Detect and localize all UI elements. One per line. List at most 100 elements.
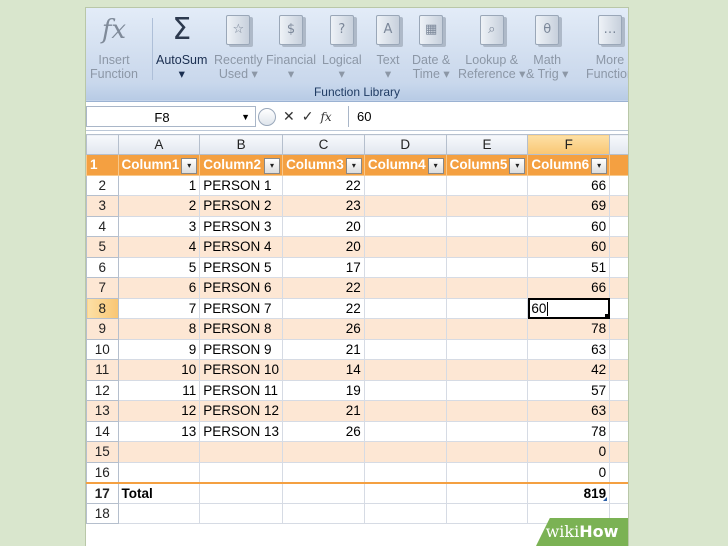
row-header[interactable]: 11 [86, 359, 119, 381]
cell-a[interactable]: 2 [117, 195, 201, 217]
cell-b[interactable] [199, 441, 284, 463]
cell-d[interactable] [363, 461, 447, 483]
empty-cell[interactable] [445, 502, 529, 524]
cell-c[interactable]: 14 [282, 359, 365, 381]
cell-c[interactable]: 22 [282, 174, 365, 196]
cell-c[interactable]: 23 [282, 195, 365, 217]
total-label[interactable]: Total [117, 481, 201, 504]
cell-c[interactable] [282, 461, 365, 483]
row-header[interactable]: 1 [86, 154, 119, 176]
cell-b[interactable]: PERSON 13 [199, 420, 284, 442]
cell-d[interactable] [363, 195, 447, 217]
cell-a[interactable] [117, 441, 201, 463]
cell-a[interactable]: 8 [117, 318, 201, 340]
filter-dropdown-icon[interactable]: ▾ [345, 158, 362, 174]
empty-cell[interactable] [199, 502, 284, 524]
filter-dropdown-icon[interactable]: ▾ [591, 158, 608, 174]
table-header-cell[interactable]: Column3 ▾ [282, 154, 365, 176]
column-header-e[interactable]: E [445, 134, 529, 155]
cell-c[interactable]: 21 [282, 400, 365, 422]
cell-f[interactable]: 60 [527, 236, 611, 258]
cell-d[interactable] [363, 236, 447, 258]
cell-c[interactable]: 21 [282, 338, 365, 360]
cell-f[interactable]: 78 [527, 318, 611, 340]
formula-input[interactable]: 60 [348, 106, 628, 127]
cell-b[interactable]: PERSON 9 [199, 338, 284, 360]
confirm-icon[interactable]: ✓ [302, 108, 314, 125]
cell-c[interactable]: 26 [282, 420, 365, 442]
cell-a[interactable]: 4 [117, 236, 201, 258]
cell-c[interactable] [282, 481, 365, 504]
row-header[interactable]: 8 [86, 297, 119, 319]
text-button[interactable]: A Text ▾ [372, 12, 404, 88]
cell-d[interactable] [363, 359, 447, 381]
row-header[interactable]: 3 [86, 195, 119, 217]
insert-function-icon[interactable]: fx [320, 110, 331, 124]
row-header[interactable]: 18 [86, 502, 119, 524]
cell-c[interactable]: 20 [282, 236, 365, 258]
cell-a[interactable]: 6 [117, 277, 201, 299]
cell-b[interactable]: PERSON 5 [199, 256, 284, 278]
table-header-cell[interactable]: Column6 ▾ [527, 154, 611, 176]
cell-f[interactable]: 57 [527, 379, 611, 401]
table-header-cell[interactable]: Column4 ▾ [363, 154, 447, 176]
cell-a[interactable]: 7 [117, 297, 201, 319]
insert-function-button[interactable]: fx Insert Function [90, 12, 138, 88]
date-time-button[interactable]: ▦ Date & Time ▾ [412, 12, 450, 88]
column-header-a[interactable]: A [117, 134, 201, 155]
cancel-icon[interactable]: ✕ [283, 108, 295, 125]
row-header[interactable]: 7 [86, 277, 119, 299]
cell-a[interactable] [117, 461, 201, 483]
math-trig-button[interactable]: θ Math & Trig ▾ [526, 12, 568, 88]
cell-c[interactable]: 26 [282, 318, 365, 340]
autosum-button[interactable]: Σ AutoSum ▾ [156, 12, 207, 88]
cell-d[interactable] [363, 338, 447, 360]
row-header[interactable]: 15 [86, 441, 119, 463]
cell-b[interactable]: PERSON 2 [199, 195, 284, 217]
cell-f[interactable]: 63 [527, 400, 611, 422]
row-header[interactable]: 16 [86, 461, 119, 483]
cell-e[interactable] [445, 379, 529, 401]
cell-c[interactable]: 19 [282, 379, 365, 401]
more-functions-button[interactable]: … MoreFunction [586, 12, 628, 88]
logical-button[interactable]: ? Logical ▾ [322, 12, 362, 88]
cell-e[interactable] [445, 359, 529, 381]
lookup-reference-button[interactable]: ⌕ Lookup & Reference ▾ [458, 12, 525, 88]
empty-cell[interactable] [363, 502, 447, 524]
splitter-handle-icon[interactable] [258, 107, 276, 126]
filter-dropdown-icon[interactable]: ▾ [264, 158, 281, 174]
cell-d[interactable] [363, 215, 447, 237]
column-header-d[interactable]: D [363, 134, 447, 155]
row-header[interactable]: 14 [86, 420, 119, 442]
cell-a[interactable]: 11 [117, 379, 201, 401]
cell-f[interactable]: 42 [527, 359, 611, 381]
cell-e[interactable] [445, 461, 529, 483]
cell-e[interactable] [445, 338, 529, 360]
cell-a[interactable]: 13 [117, 420, 201, 442]
row-header[interactable]: 13 [86, 400, 119, 422]
filter-dropdown-icon[interactable]: ▾ [181, 158, 198, 174]
filter-dropdown-icon[interactable]: ▾ [427, 158, 444, 174]
cell-c[interactable]: 20 [282, 215, 365, 237]
total-value[interactable]: 819 [527, 481, 611, 504]
cell-d[interactable] [363, 481, 447, 504]
cell-f[interactable]: 66 [527, 174, 611, 196]
recently-used-button[interactable]: ☆ Recently Used ▾ [214, 12, 263, 88]
cell-b[interactable]: PERSON 4 [199, 236, 284, 258]
cell-b[interactable]: PERSON 1 [199, 174, 284, 196]
row-header[interactable]: 5 [86, 236, 119, 258]
column-header-c[interactable]: C [282, 134, 365, 155]
cell-a[interactable]: 3 [117, 215, 201, 237]
empty-cell[interactable] [117, 502, 201, 524]
cell-d[interactable] [363, 297, 447, 319]
financial-button[interactable]: $ Financial ▾ [266, 12, 316, 88]
cell-a[interactable]: 5 [117, 256, 201, 278]
name-box-dropdown-icon[interactable]: ▼ [241, 107, 250, 128]
cell-d[interactable] [363, 441, 447, 463]
cell-b[interactable]: PERSON 10 [199, 359, 284, 381]
row-header[interactable]: 17 [86, 481, 119, 504]
cell-f[interactable]: 0 [527, 461, 611, 483]
filter-dropdown-icon[interactable]: ▾ [509, 158, 526, 174]
cell-f[interactable]: 66 [527, 277, 611, 299]
cell-d[interactable] [363, 256, 447, 278]
